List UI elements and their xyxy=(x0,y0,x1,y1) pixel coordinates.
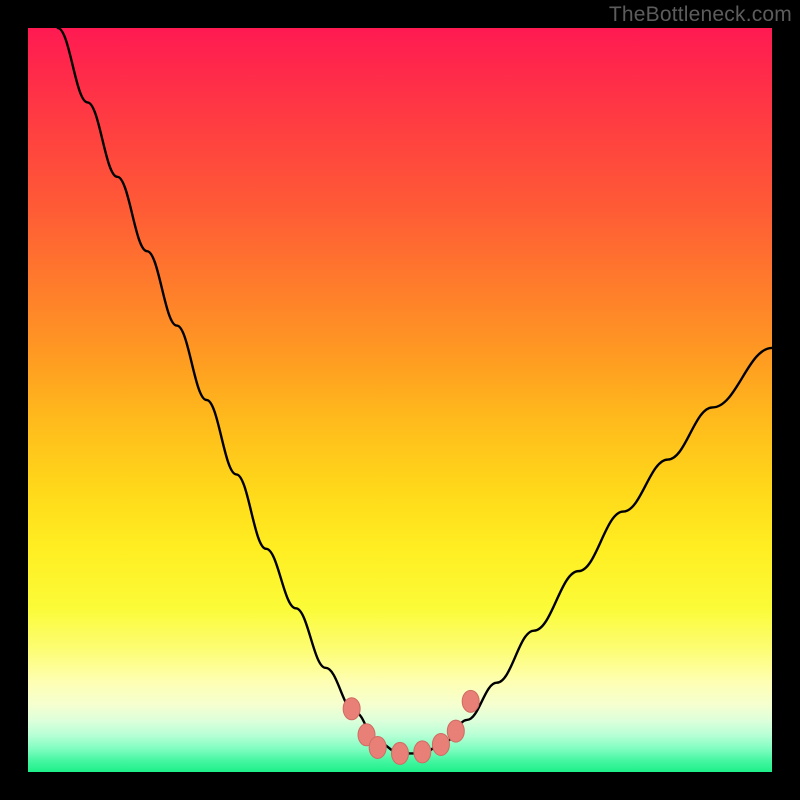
valley-marker xyxy=(462,690,479,712)
valley-marker xyxy=(414,741,431,763)
bottleneck-curve xyxy=(58,28,772,753)
plot-area xyxy=(28,28,772,772)
chart-frame: TheBottleneck.com xyxy=(0,0,800,800)
valley-marker xyxy=(432,733,449,755)
watermark-text: TheBottleneck.com xyxy=(609,3,792,27)
valley-marker xyxy=(343,698,360,720)
valley-marker xyxy=(447,720,464,742)
bottleneck-curve-svg xyxy=(28,28,772,772)
valley-marker xyxy=(369,736,386,758)
valley-marker xyxy=(392,742,409,764)
